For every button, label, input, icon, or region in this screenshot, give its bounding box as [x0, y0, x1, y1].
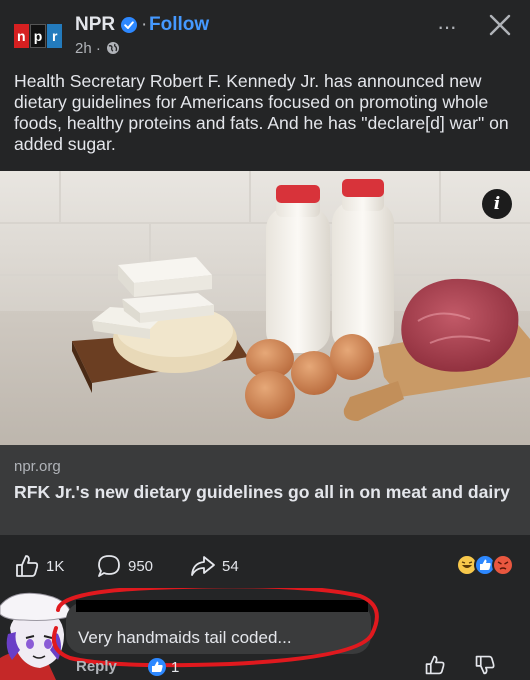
thumbs-up-icon	[16, 555, 39, 577]
close-icon[interactable]	[487, 12, 513, 38]
comment: Very handmaids tail coded... Reply 1	[0, 588, 530, 680]
globe-icon	[107, 42, 119, 54]
separator-dot: ·	[141, 14, 148, 35]
comment-action[interactable]: 950	[96, 553, 153, 579]
like-count: 1K	[46, 557, 65, 575]
comment-bubble-icon	[98, 555, 120, 577]
reply-button[interactable]: Reply	[76, 658, 117, 675]
follow-button[interactable]: Follow	[149, 14, 209, 36]
post-actions-bar: 1K 950 54	[0, 540, 530, 588]
post-timestamp[interactable]: 2h ·	[75, 40, 101, 57]
comment-thumbs-down-icon[interactable]	[474, 654, 496, 676]
redacted-commenter-name	[76, 600, 368, 612]
link-domain: npr.org	[14, 458, 61, 475]
share-count: 54	[222, 557, 239, 575]
link-title[interactable]: RFK Jr.'s new dietary guidelines go all …	[14, 481, 514, 503]
post-header: n p r NPR · Follow 2h · ···	[0, 0, 530, 66]
mini-like-icon	[148, 658, 166, 676]
comment-text: Very handmaids tail coded...	[78, 628, 292, 647]
verified-badge-icon	[121, 17, 137, 33]
logo-letter-n: n	[14, 24, 29, 48]
comment-count: 950	[128, 557, 154, 575]
post-body-text: Health Secretary Robert F. Kennedy Jr. h…	[14, 71, 509, 154]
like-action[interactable]: 1K	[14, 553, 64, 579]
link-preview-card[interactable]: i npr.org RFK Jr.'s new dietary guidelin…	[0, 171, 530, 535]
angry-reaction-icon	[492, 554, 514, 576]
page-name[interactable]: NPR	[75, 14, 115, 36]
share-action[interactable]: 54	[190, 553, 239, 579]
info-icon[interactable]: i	[482, 189, 512, 219]
logo-letter-r: r	[47, 24, 63, 48]
reactions-summary[interactable]	[456, 554, 518, 578]
comment-thumbs-up-icon[interactable]	[424, 654, 446, 676]
comment-like-badge: 1	[148, 658, 179, 676]
more-options-icon[interactable]: ···	[437, 14, 457, 40]
link-preview-image[interactable]: i	[0, 171, 530, 445]
logo-letter-p: p	[29, 24, 47, 48]
comment-like-count: 1	[171, 658, 180, 676]
share-arrow-icon	[191, 556, 215, 576]
npr-logo-avatar[interactable]: n p r	[14, 24, 63, 48]
